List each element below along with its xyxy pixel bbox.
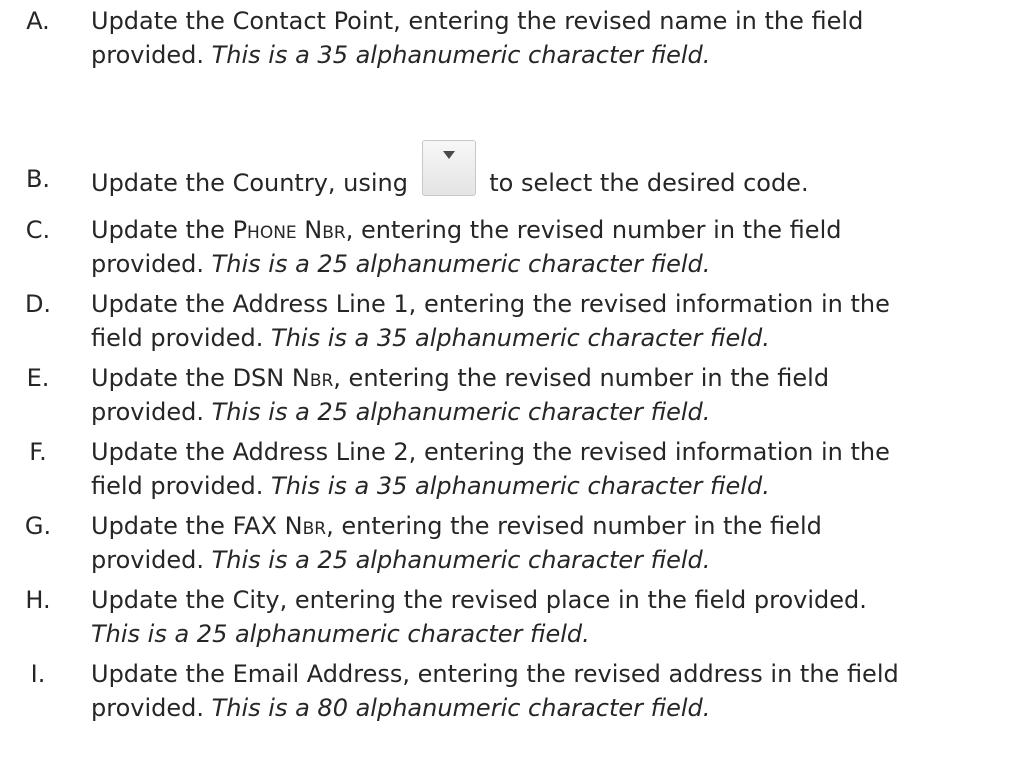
step-letter: C. [25, 216, 51, 244]
step-letter: A. [26, 7, 50, 35]
step-line-2: field provided. This is a 35 alphanumeri… [91, 469, 1021, 503]
step-line-2: This is a 25 alphanumeric character fiel… [91, 617, 1021, 651]
step-line-1: Update the Email Address, entering the r… [91, 660, 899, 688]
step-line-2-prefix: provided. [91, 694, 212, 722]
step-line-1-suffix: , entering the revised number in the fie… [345, 216, 842, 244]
step-line-2: provided. This is a 80 alphanumeric char… [91, 691, 1021, 725]
step-line-2-prefix: field provided. [91, 472, 272, 500]
step-text: Update the Email Address, entering the r… [91, 657, 1021, 725]
step-line-2: provided. This is a 25 alphanumeric char… [91, 543, 1021, 577]
field-length-note: This is a 25 alphanumeric character fiel… [211, 546, 711, 574]
step-line-1: Update the Contact Point, entering the r… [91, 7, 864, 35]
step-line-1: Update the City, entering the revised pl… [91, 586, 867, 614]
field-length-note: This is a 25 alphanumeric character fiel… [211, 398, 711, 426]
step-text: Update the DSN Nbr, entering the revised… [91, 361, 1021, 429]
step-letter: G. [24, 512, 52, 540]
step-line-1-suffix: , entering the revised number in the fie… [326, 512, 822, 540]
field-length-note: This is a 25 alphanumeric character fiel… [211, 250, 711, 278]
step-line-1: Update the Phone Nbr, entering the revis… [91, 213, 1021, 247]
step-letter: E. [26, 364, 50, 392]
field-label-fax-nbr: Nbr [284, 512, 327, 540]
step-line-2: field provided. This is a 35 alphanumeri… [91, 321, 1021, 355]
field-length-note: This is a 35 alphanumeric character fiel… [271, 472, 770, 500]
step-letter: F. [29, 438, 47, 466]
step-line-1-prefix: Update the FAX [91, 512, 285, 540]
step-line-2-prefix: provided. [91, 250, 212, 278]
dropdown-arrow-icon [421, 140, 476, 196]
field-length-note: This is a 35 alphanumeric character fiel… [211, 41, 711, 69]
step-line-1-suffix: , entering the revised number in the fie… [333, 364, 830, 392]
step-text-after-icon: to select the desired code. [481, 169, 809, 197]
step-line-1-prefix: Update the [91, 216, 233, 244]
step-letter: B. [25, 165, 51, 193]
step-text: Update the Contact Point, entering the r… [91, 4, 1021, 72]
field-length-note: This is a 80 alphanumeric character fiel… [211, 694, 711, 722]
step-line-1: Update the Address Line 2, entering the … [91, 438, 890, 466]
step-line-2-prefix: field provided. [91, 324, 272, 352]
step-line-1-prefix: Update the DSN [91, 364, 292, 392]
step-line-2-prefix: provided. [91, 41, 212, 69]
step-letter: H. [25, 586, 51, 614]
step-letter: I. [30, 660, 46, 688]
field-length-note: This is a 35 alphanumeric character fiel… [271, 324, 770, 352]
step-text: Update the City, entering the revised pl… [91, 583, 1021, 651]
step-line-2-prefix: provided. [91, 546, 212, 574]
step-line-2-prefix: provided. [91, 398, 212, 426]
step-text: Update the Country, using to select the … [91, 140, 1021, 206]
field-label-dsn-nbr: Nbr [291, 364, 334, 392]
step-letter: D. [24, 290, 52, 318]
step-line-2: provided. This is a 25 alphanumeric char… [91, 395, 1021, 429]
step-line-1: Update the DSN Nbr, entering the revised… [91, 361, 1021, 395]
step-text: Update the Phone Nbr, entering the revis… [91, 213, 1021, 281]
step-line-1: Update the Address Line 1, entering the … [91, 290, 890, 318]
step-line-2: provided. This is a 25 alphanumeric char… [91, 247, 1021, 281]
field-length-note: This is a 25 alphanumeric character fiel… [91, 620, 590, 648]
step-line-1: Update the FAX Nbr, entering the revised… [91, 509, 1021, 543]
step-line-2: provided. This is a 35 alphanumeric char… [91, 38, 1021, 72]
step-text-before-icon: Update the Country, using [91, 169, 416, 197]
step-text: Update the Address Line 1, entering the … [91, 287, 1021, 355]
step-text: Update the Address Line 2, entering the … [91, 435, 1021, 503]
step-text: Update the FAX Nbr, entering the revised… [91, 509, 1021, 577]
field-label-phone-nbr: Phone Nbr [232, 216, 346, 244]
